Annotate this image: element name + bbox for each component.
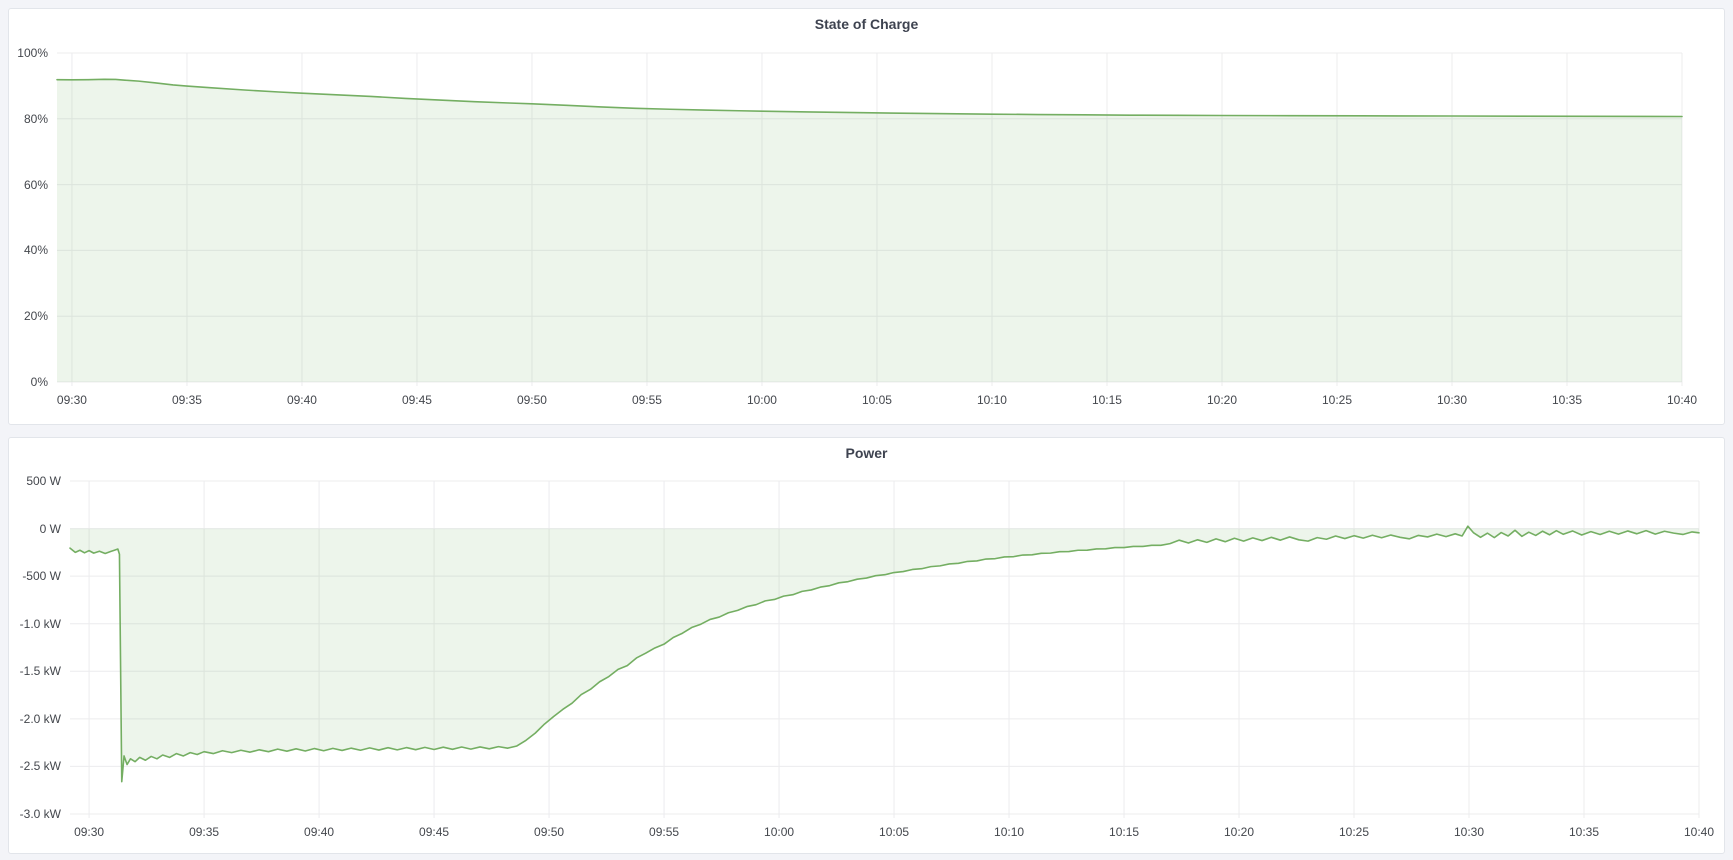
power-panel: Power 09:3009:3509:4009:4509:5009:5510:0… <box>8 437 1725 854</box>
x-axis-tick-label: 10:10 <box>994 825 1024 839</box>
x-axis-tick-label: 09:45 <box>419 825 449 839</box>
x-axis-tick-label: 10:20 <box>1207 393 1237 407</box>
x-axis-tick-label: 10:30 <box>1437 393 1467 407</box>
x-axis-tick-label: 09:35 <box>172 393 202 407</box>
x-axis-tick-label: 09:45 <box>402 393 432 407</box>
x-axis-tick-label: 10:40 <box>1684 825 1714 839</box>
y-axis-tick-label: 0 W <box>40 522 61 536</box>
chart-canvas <box>70 481 1699 814</box>
x-axis-tick-label: 10:35 <box>1569 825 1599 839</box>
x-axis-tick-label: 10:25 <box>1322 393 1352 407</box>
state-of-charge-chart[interactable]: 09:3009:3509:4009:4509:5009:5510:0010:05… <box>57 53 1682 382</box>
x-axis-tick-label: 10:40 <box>1667 393 1697 407</box>
x-axis-tick-label: 10:25 <box>1339 825 1369 839</box>
y-axis-tick-label: 80% <box>24 112 48 126</box>
series-area-fill <box>57 79 1682 382</box>
y-axis-tick-label: -1.0 kW <box>20 617 61 631</box>
x-axis-tick-label: 10:15 <box>1109 825 1139 839</box>
x-axis-tick-label: 10:30 <box>1454 825 1484 839</box>
x-axis-tick-label: 10:00 <box>747 393 777 407</box>
y-axis-tick-label: 40% <box>24 243 48 257</box>
y-axis-tick-label: 60% <box>24 178 48 192</box>
x-axis-tick-label: 09:50 <box>517 393 547 407</box>
x-axis-tick-label: 10:05 <box>862 393 892 407</box>
x-axis-tick-label: 10:05 <box>879 825 909 839</box>
x-axis-tick-label: 09:50 <box>534 825 564 839</box>
x-axis-tick-label: 10:35 <box>1552 393 1582 407</box>
y-axis-tick-label: 20% <box>24 309 48 323</box>
dashboard-page: { "colors": { "page_bg": "#f3f4f8", "pan… <box>0 0 1733 860</box>
y-axis-tick-label: -2.5 kW <box>20 759 61 773</box>
y-axis-tick-label: 100% <box>17 46 48 60</box>
y-axis-tick-label: -2.0 kW <box>20 712 61 726</box>
x-axis-tick-label: 10:10 <box>977 393 1007 407</box>
x-axis-tick-label: 09:40 <box>287 393 317 407</box>
y-axis-tick-label: -1.5 kW <box>20 664 61 678</box>
x-axis-tick-label: 09:55 <box>632 393 662 407</box>
y-axis-tick-label: 500 W <box>26 474 61 488</box>
y-axis-tick-label: 0% <box>31 375 48 389</box>
y-axis-tick-label: -500 W <box>22 569 61 583</box>
series-area-fill <box>70 526 1699 781</box>
x-axis-tick-label: 09:40 <box>304 825 334 839</box>
y-axis-tick-label: -3.0 kW <box>20 807 61 821</box>
state-of-charge-panel: State of Charge 09:3009:3509:4009:4509:5… <box>8 8 1725 425</box>
chart-canvas <box>57 53 1682 382</box>
x-axis-tick-label: 09:35 <box>189 825 219 839</box>
x-axis-tick-label: 10:20 <box>1224 825 1254 839</box>
state-of-charge-panel-title[interactable]: State of Charge <box>9 9 1724 39</box>
power-chart[interactable]: 09:3009:3509:4009:4509:5009:5510:0010:05… <box>70 481 1699 814</box>
x-axis-tick-label: 09:30 <box>74 825 104 839</box>
x-axis-tick-label: 10:15 <box>1092 393 1122 407</box>
x-axis-tick-label: 10:00 <box>764 825 794 839</box>
x-axis-tick-label: 09:55 <box>649 825 679 839</box>
x-axis-tick-label: 09:30 <box>57 393 87 407</box>
power-panel-title[interactable]: Power <box>9 438 1724 468</box>
